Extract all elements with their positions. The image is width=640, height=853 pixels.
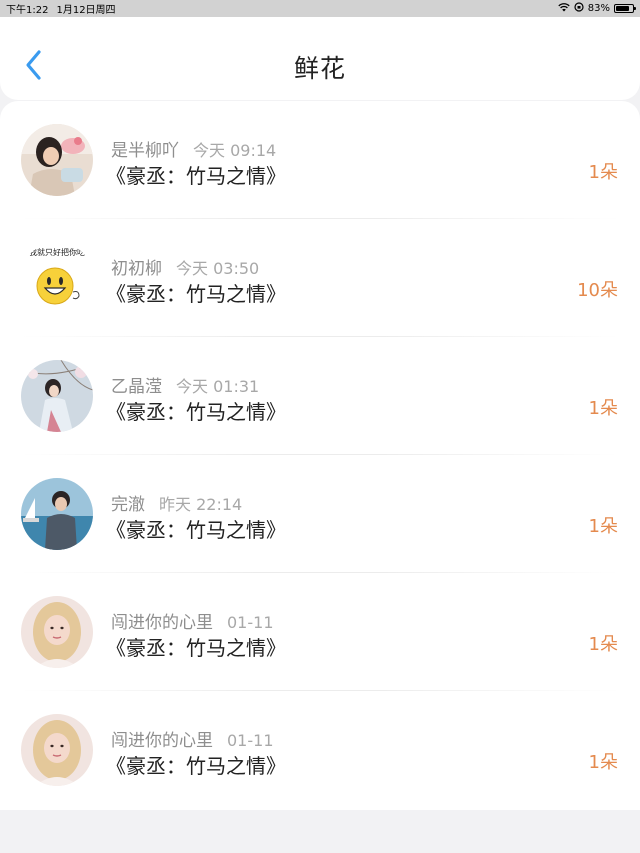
flower-list: 是半柳吖 今天 09:14 《豪丞：竹马之情》 1朵 我就只好把你吃 初初柳 今天 … [0,101,640,810]
flower-count: 1朵 [588,634,618,655]
timestamp: 01-11 [227,613,274,632]
flower-count: 1朵 [588,752,618,773]
user-name[interactable]: 完澈 [111,495,145,515]
timestamp: 今天 01:31 [176,377,260,396]
flower-count: 1朵 [588,398,618,419]
battery-percent: 83% [587,3,610,14]
nav-bar: 鲜花 [0,17,640,100]
bottom-area [0,810,640,853]
gift-title: 《豪丞：竹马之情》 [106,754,286,778]
item-meta: 闯进你的心里 01-11 [111,726,274,751]
status-date: 1月12日周四 [56,5,116,16]
avatar[interactable] [21,596,93,668]
list-item[interactable]: 我就只好把你吃 初初柳 今天 03:50 《豪丞：竹马之情》 10朵 [0,219,640,337]
timestamp: 今天 03:50 [176,259,260,278]
gift-title: 《豪丞：竹马之情》 [106,636,286,660]
timestamp: 01-11 [227,731,274,750]
flower-count: 10朵 [577,280,618,301]
battery-icon [614,4,636,13]
user-name[interactable]: 初初柳 [111,259,162,279]
avatar[interactable] [21,360,93,432]
gift-title: 《豪丞：竹马之情》 [106,518,286,542]
list-item[interactable]: 闯进你的心里 01-11 《豪丞：竹马之情》 1朵 [0,691,640,809]
list-item[interactable]: 闯进你的心里 01-11 《豪丞：竹马之情》 1朵 [0,573,640,691]
list-item[interactable]: 完澈 昨天 22:14 《豪丞：竹马之情》 1朵 [0,455,640,573]
avatar[interactable] [21,478,93,550]
orientation-lock-icon [574,2,584,15]
item-meta: 完澈 昨天 22:14 [111,490,242,515]
status-bar: 下午1:22 1月12日周四 83% [0,0,640,17]
page-title: 鲜花 [293,54,346,83]
avatar-caption: 我就只好把你吃 [29,247,85,257]
status-time: 下午1:22 [6,5,49,16]
avatar[interactable] [21,714,93,786]
item-meta: 乙晶滢 今天 01:31 [111,372,259,397]
item-meta: 是半柳吖 今天 09:14 [111,136,276,161]
user-name[interactable]: 闯进你的心里 [111,731,213,751]
gift-title: 《豪丞：竹马之情》 [106,282,286,306]
user-name[interactable]: 乙晶滢 [111,377,162,397]
user-name[interactable]: 闯进你的心里 [111,613,213,633]
item-meta: 闯进你的心里 01-11 [111,608,274,633]
avatar[interactable] [21,124,93,196]
avatar[interactable]: 我就只好把你吃 [21,242,93,314]
gift-title: 《豪丞：竹马之情》 [106,400,286,424]
flower-count: 1朵 [588,162,618,183]
gift-title: 《豪丞：竹马之情》 [106,164,286,188]
timestamp: 昨天 22:14 [159,495,243,514]
timestamp: 今天 09:14 [193,141,277,160]
item-meta: 初初柳 今天 03:50 [111,254,259,279]
list-item[interactable]: 乙晶滢 今天 01:31 《豪丞：竹马之情》 1朵 [0,337,640,455]
flower-count: 1朵 [588,516,618,537]
user-name[interactable]: 是半柳吖 [111,141,179,161]
wifi-icon [558,2,570,15]
battery-level [616,6,630,11]
list-item[interactable]: 是半柳吖 今天 09:14 《豪丞：竹马之情》 1朵 [0,101,640,219]
